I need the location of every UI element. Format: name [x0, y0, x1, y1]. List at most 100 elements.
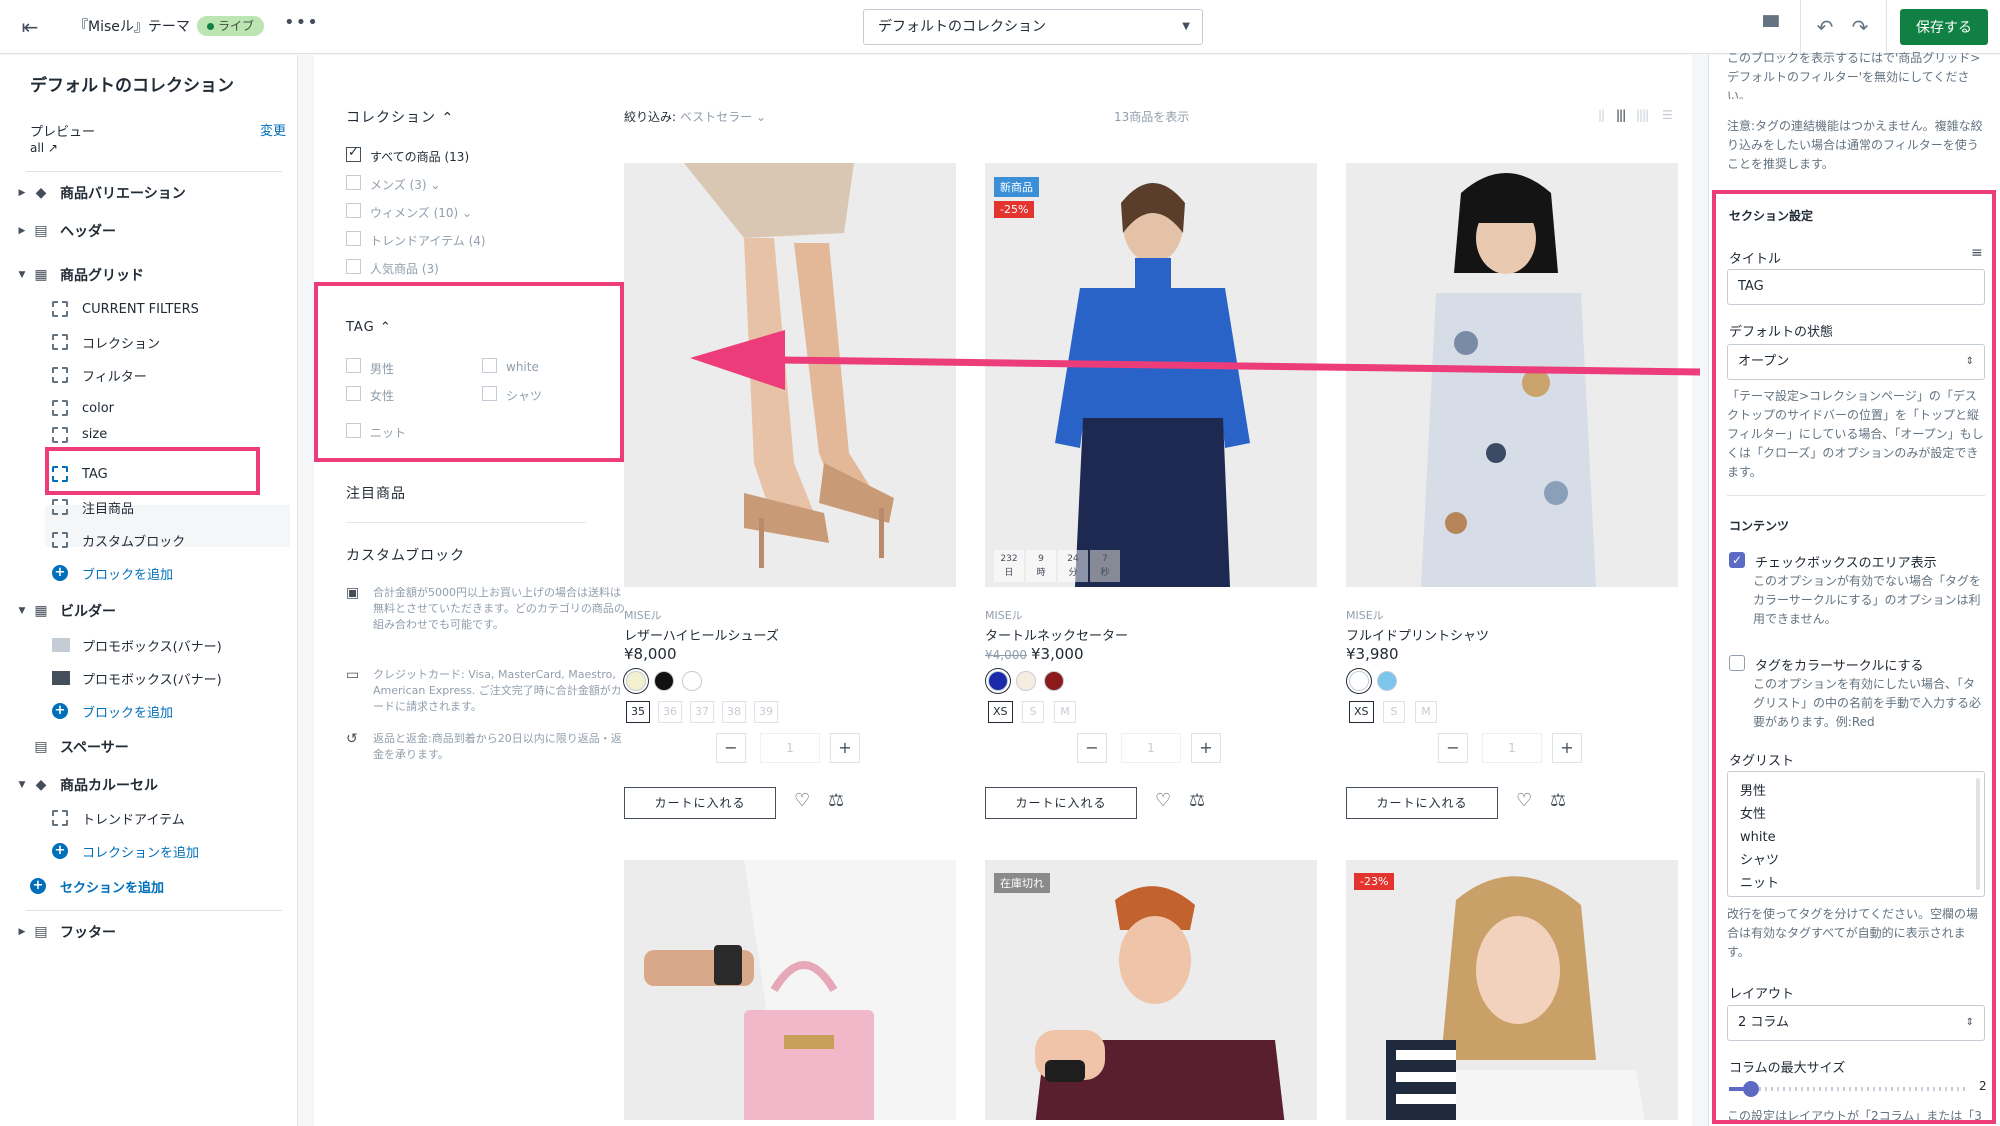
- collection-item[interactable]: ウィメンズ (10) ⌄: [370, 204, 472, 221]
- product-price: ¥3,980: [1346, 645, 1399, 663]
- qty-minus-button[interactable]: −: [1438, 733, 1468, 763]
- redo-icon[interactable]: ↷: [1843, 10, 1877, 44]
- qty-value[interactable]: 1: [1121, 733, 1181, 763]
- size-option[interactable]: 36: [658, 701, 682, 723]
- section-product-grid[interactable]: ▼ ▦ 商品グリッド: [0, 261, 144, 289]
- sort-dropdown[interactable]: 絞り込み: ベストセラー ⌄: [624, 108, 766, 125]
- template-select[interactable]: デフォルトのコレクション ▼: [863, 9, 1203, 45]
- grid-2-icon[interactable]: ||: [1598, 108, 1605, 122]
- qty-plus-button[interactable]: +: [830, 733, 860, 763]
- block-label: CURRENT FILTERS: [82, 301, 199, 317]
- block-featured[interactable]: 注目商品: [52, 493, 134, 521]
- checkbox[interactable]: [346, 231, 361, 246]
- qty-plus-button[interactable]: +: [1191, 733, 1221, 763]
- add-collection-button[interactable]: + コレクションを追加: [52, 837, 199, 865]
- desktop-preview-icon[interactable]: ▀: [1754, 10, 1788, 44]
- block-collection[interactable]: コレクション: [52, 328, 160, 356]
- collection-item[interactable]: すべての商品 (13): [370, 148, 469, 165]
- size-option[interactable]: XS: [1349, 701, 1374, 723]
- size-option[interactable]: S: [1022, 701, 1044, 723]
- size-option[interactable]: M: [1054, 701, 1076, 723]
- add-to-cart-button[interactable]: カートに入れる: [624, 787, 776, 819]
- heart-icon[interactable]: ♡: [1155, 790, 1171, 811]
- size-option[interactable]: M: [1415, 701, 1437, 723]
- color-swatch[interactable]: [1377, 671, 1397, 691]
- sort-label: 絞り込み:: [624, 110, 677, 124]
- qty-minus-button[interactable]: −: [716, 733, 746, 763]
- undo-icon[interactable]: ↶: [1808, 10, 1842, 44]
- qty-value[interactable]: 1: [760, 733, 820, 763]
- collection-item[interactable]: トレンドアイテム (4): [370, 232, 486, 249]
- block-promo-2[interactable]: プロモボックス(バナー): [52, 664, 222, 692]
- collection-filter-title[interactable]: コレクション ⌃: [346, 107, 454, 127]
- grid-4-icon[interactable]: ||||: [1636, 108, 1649, 122]
- size-option[interactable]: 39: [754, 701, 778, 723]
- size-option[interactable]: 35: [626, 701, 650, 723]
- collection-item[interactable]: 人気商品 (3): [370, 260, 439, 277]
- product-name[interactable]: レザーハイヒールシューズ: [624, 625, 779, 644]
- section-carousel[interactable]: ▼ ◆ 商品カルーセル: [0, 771, 158, 799]
- save-button[interactable]: 保存する: [1900, 9, 1988, 45]
- size-option[interactable]: 38: [722, 701, 746, 723]
- size-option[interactable]: S: [1383, 701, 1405, 723]
- add-to-cart-button[interactable]: カートに入れる: [1346, 787, 1498, 819]
- promo-text: 合計金額が5000円以上お買い上げの場合は送料は無料とさせていただきます。どのカ…: [373, 586, 625, 631]
- section-variations[interactable]: ▶ ◆ 商品バリエーション: [0, 179, 186, 207]
- add-block-button[interactable]: + ブロックを追加: [52, 559, 173, 587]
- section-footer[interactable]: ▶ ▤ フッター: [0, 918, 116, 946]
- heart-icon[interactable]: ♡: [794, 790, 810, 811]
- color-swatch[interactable]: [988, 671, 1008, 691]
- exit-icon[interactable]: ⇤: [14, 12, 46, 42]
- block-size[interactable]: size: [52, 427, 107, 447]
- custom-block-title: カスタムブロック: [346, 548, 466, 564]
- color-swatch[interactable]: [626, 671, 646, 691]
- product-image[interactable]: [1346, 860, 1678, 1120]
- chevron-right-icon: ▶: [18, 226, 26, 236]
- color-swatch[interactable]: [1044, 671, 1064, 691]
- compare-scale-icon[interactable]: ⚖: [828, 790, 844, 811]
- checkbox[interactable]: [346, 145, 361, 162]
- block-label: 注目商品: [82, 501, 135, 517]
- more-actions-button[interactable]: •••: [284, 12, 319, 33]
- add-block-button[interactable]: + ブロックを追加: [52, 697, 173, 725]
- preview-value[interactable]: all ↗: [30, 141, 58, 155]
- block-filter[interactable]: フィルター: [52, 361, 147, 389]
- list-view-icon[interactable]: ☰: [1662, 108, 1673, 122]
- compare-scale-icon[interactable]: ⚖: [1189, 790, 1205, 811]
- tag-icon: ◆: [35, 777, 47, 793]
- chevron-down-icon: ▼: [18, 270, 26, 280]
- qty-plus-button[interactable]: +: [1552, 733, 1582, 763]
- block-custom[interactable]: カスタムブロック: [52, 526, 185, 554]
- checkbox[interactable]: [346, 203, 361, 218]
- size-option[interactable]: 37: [690, 701, 714, 723]
- product-image[interactable]: [624, 860, 956, 1120]
- color-swatch[interactable]: [1349, 671, 1369, 691]
- size-option[interactable]: XS: [988, 701, 1013, 723]
- product-name[interactable]: タートルネックセーター: [985, 625, 1128, 644]
- heart-icon[interactable]: ♡: [1516, 790, 1532, 811]
- color-swatch[interactable]: [654, 671, 674, 691]
- section-spacer[interactable]: ▤ スペーサー: [0, 733, 128, 761]
- add-section-button[interactable]: + セクションを追加: [30, 872, 164, 900]
- compare-scale-icon[interactable]: ⚖: [1550, 790, 1566, 811]
- qty-value[interactable]: 1: [1482, 733, 1542, 763]
- block-promo-1[interactable]: プロモボックス(バナー): [52, 631, 222, 659]
- block-color[interactable]: color: [52, 394, 114, 422]
- checkbox[interactable]: [346, 175, 361, 190]
- product-image[interactable]: [985, 860, 1317, 1120]
- collection-item[interactable]: メンズ (3) ⌄: [370, 176, 440, 193]
- add-to-cart-button[interactable]: カートに入れる: [985, 787, 1137, 819]
- product-name[interactable]: フルイドプリントシャツ: [1346, 625, 1489, 644]
- checkbox[interactable]: [346, 259, 361, 274]
- grid-3-icon[interactable]: |||: [1616, 108, 1626, 122]
- new-badge: 新商品: [994, 177, 1039, 197]
- color-swatch[interactable]: [1016, 671, 1036, 691]
- preview-change-link[interactable]: 変更: [260, 120, 286, 139]
- section-header[interactable]: ▶ ▤ ヘッダー: [0, 217, 116, 245]
- pink-handbag-illustration: [624, 860, 956, 1120]
- qty-minus-button[interactable]: −: [1077, 733, 1107, 763]
- section-builder[interactable]: ▼ ▦ ビルダー: [0, 597, 116, 625]
- block-trend[interactable]: トレンドアイテム: [52, 804, 185, 832]
- block-current-filters[interactable]: CURRENT FILTERS: [52, 295, 199, 323]
- color-swatch[interactable]: [682, 671, 702, 691]
